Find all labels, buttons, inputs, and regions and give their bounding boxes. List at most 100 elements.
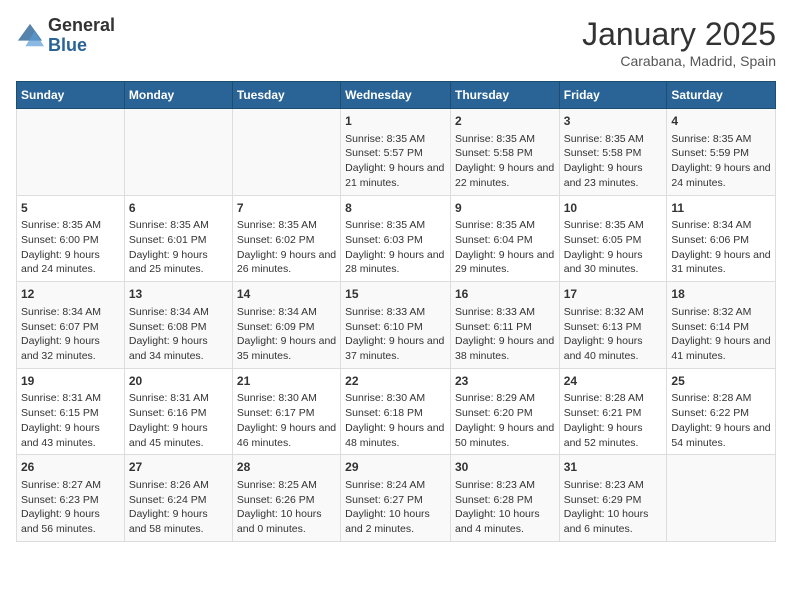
day-number: 14 (237, 286, 336, 303)
day-info: Sunrise: 8:31 AMSunset: 6:15 PMDaylight:… (21, 391, 120, 450)
calendar-cell: 13Sunrise: 8:34 AMSunset: 6:08 PMDayligh… (124, 282, 232, 369)
calendar-cell: 18Sunrise: 8:32 AMSunset: 6:14 PMDayligh… (667, 282, 776, 369)
calendar-cell: 3 Sunrise: 8:35 AMSunset: 5:58 PMDaylight… (559, 109, 667, 196)
calendar-table: SundayMondayTuesdayWednesdayThursdayFrid… (16, 81, 776, 542)
calendar-cell: 31Sunrise: 8:23 AMSunset: 6:29 PMDayligh… (559, 455, 667, 542)
day-info: Sunrise: 8:29 AMSunset: 6:20 PMDaylight:… (455, 391, 555, 450)
day-number: 23 (455, 373, 555, 390)
day-info: Sunrise: 8:23 AMSunset: 6:28 PMDaylight:… (455, 478, 555, 537)
day-number: 18 (671, 286, 771, 303)
day-info: Sunrise: 8:35 AMSunset: 5:59 PMDaylight:… (671, 132, 771, 191)
calendar-cell: 12Sunrise: 8:34 AMSunset: 6:07 PMDayligh… (17, 282, 125, 369)
header-tuesday: Tuesday (232, 82, 340, 109)
day-info: Sunrise: 8:32 AMSunset: 6:13 PMDaylight:… (564, 305, 663, 364)
week-row-2: 12Sunrise: 8:34 AMSunset: 6:07 PMDayligh… (17, 282, 776, 369)
week-row-0: 1Sunrise: 8:35 AMSunset: 5:57 PMDaylight… (17, 109, 776, 196)
day-info: Sunrise: 8:35 AMSunset: 6:04 PMDaylight:… (455, 218, 555, 277)
header-row: SundayMondayTuesdayWednesdayThursdayFrid… (17, 82, 776, 109)
day-number: 27 (129, 459, 228, 476)
day-number: 29 (345, 459, 446, 476)
header-monday: Monday (124, 82, 232, 109)
day-number: 15 (345, 286, 446, 303)
day-number: 9 (455, 200, 555, 217)
day-number: 25 (671, 373, 771, 390)
day-number: 20 (129, 373, 228, 390)
title-block: January 2025 Carabana, Madrid, Spain (582, 16, 776, 69)
week-row-4: 26 Sunrise: 8:27 AMSunset: 6:23 PMDayligh… (17, 455, 776, 542)
logo-icon (16, 22, 44, 50)
calendar-cell: 24Sunrise: 8:28 AMSunset: 6:21 PMDayligh… (559, 368, 667, 455)
header-friday: Friday (559, 82, 667, 109)
calendar-cell: 21Sunrise: 8:30 AMSunset: 6:17 PMDayligh… (232, 368, 340, 455)
day-info: Sunrise: 8:35 AMSunset: 6:05 PMDaylight:… (564, 218, 663, 277)
header-saturday: Saturday (667, 82, 776, 109)
calendar-cell: 16 Sunrise: 8:33 AMSunset: 6:11 PMDayligh… (450, 282, 559, 369)
day-number: 1 (345, 113, 446, 130)
day-number: 4 (671, 113, 771, 130)
header-sunday: Sunday (17, 82, 125, 109)
calendar-cell: 14 Sunrise: 8:34 AMSunset: 6:09 PMDayligh… (232, 282, 340, 369)
day-info: Sunrise: 8:34 AMSunset: 6:06 PMDaylight:… (671, 218, 771, 277)
calendar-cell: 10Sunrise: 8:35 AMSunset: 6:05 PMDayligh… (559, 195, 667, 282)
calendar-cell: 23Sunrise: 8:29 AMSunset: 6:20 PMDayligh… (450, 368, 559, 455)
day-number: 11 (671, 200, 771, 217)
day-number: 5 (21, 200, 120, 217)
week-row-1: 5Sunrise: 8:35 AMSunset: 6:00 PMDaylight… (17, 195, 776, 282)
day-number: 22 (345, 373, 446, 390)
header-wednesday: Wednesday (341, 82, 451, 109)
header-thursday: Thursday (450, 82, 559, 109)
calendar-cell: 19Sunrise: 8:31 AMSunset: 6:15 PMDayligh… (17, 368, 125, 455)
day-number: 17 (564, 286, 663, 303)
day-info: Sunrise: 8:34 AMSunset: 6:09 PMDaylight:… (237, 305, 336, 364)
day-info: Sunrise: 8:31 AMSunset: 6:16 PMDaylight:… (129, 391, 228, 450)
day-number: 24 (564, 373, 663, 390)
calendar-cell: 27Sunrise: 8:26 AMSunset: 6:24 PMDayligh… (124, 455, 232, 542)
calendar-cell: 20Sunrise: 8:31 AMSunset: 6:16 PMDayligh… (124, 368, 232, 455)
calendar-cell: 17 Sunrise: 8:32 AMSunset: 6:13 PMDayligh… (559, 282, 667, 369)
logo-blue: Blue (48, 36, 115, 56)
calendar-cell: 4 Sunrise: 8:35 AMSunset: 5:59 PMDaylight… (667, 109, 776, 196)
calendar-cell: 6Sunrise: 8:35 AMSunset: 6:01 PMDaylight… (124, 195, 232, 282)
logo-general: General (48, 16, 115, 36)
day-info: Sunrise: 8:35 AMSunset: 5:58 PMDaylight:… (564, 132, 663, 191)
calendar-cell: 28 Sunrise: 8:25 AMSunset: 6:26 PMDayligh… (232, 455, 340, 542)
calendar-cell: 11Sunrise: 8:34 AMSunset: 6:06 PMDayligh… (667, 195, 776, 282)
day-number: 28 (237, 459, 336, 476)
calendar-cell: 22Sunrise: 8:30 AMSunset: 6:18 PMDayligh… (341, 368, 451, 455)
day-info: Sunrise: 8:27 AMSunset: 6:23 PMDaylight:… (21, 478, 120, 537)
day-number: 3 (564, 113, 663, 130)
day-info: Sunrise: 8:30 AMSunset: 6:18 PMDaylight:… (345, 391, 446, 450)
day-info: Sunrise: 8:28 AMSunset: 6:22 PMDaylight:… (671, 391, 771, 450)
day-number: 12 (21, 286, 120, 303)
day-info: Sunrise: 8:24 AMSunset: 6:27 PMDaylight:… (345, 478, 446, 537)
day-info: Sunrise: 8:30 AMSunset: 6:17 PMDaylight:… (237, 391, 336, 450)
day-info: Sunrise: 8:33 AMSunset: 6:11 PMDaylight:… (455, 305, 555, 364)
day-number: 2 (455, 113, 555, 130)
week-row-3: 19Sunrise: 8:31 AMSunset: 6:15 PMDayligh… (17, 368, 776, 455)
day-info: Sunrise: 8:35 AMSunset: 6:01 PMDaylight:… (129, 218, 228, 277)
calendar-cell: 30 Sunrise: 8:23 AMSunset: 6:28 PMDayligh… (450, 455, 559, 542)
day-info: Sunrise: 8:35 AMSunset: 5:58 PMDaylight:… (455, 132, 555, 191)
day-number: 21 (237, 373, 336, 390)
calendar-cell: 26 Sunrise: 8:27 AMSunset: 6:23 PMDayligh… (17, 455, 125, 542)
calendar-header: SundayMondayTuesdayWednesdayThursdayFrid… (17, 82, 776, 109)
day-number: 16 (455, 286, 555, 303)
page-header: General Blue January 2025 Carabana, Madr… (16, 16, 776, 69)
day-info: Sunrise: 8:25 AMSunset: 6:26 PMDaylight:… (237, 478, 336, 537)
month-title: January 2025 (582, 16, 776, 53)
day-number: 26 (21, 459, 120, 476)
calendar-cell: 15 Sunrise: 8:33 AMSunset: 6:10 PMDayligh… (341, 282, 451, 369)
calendar-cell: 7Sunrise: 8:35 AMSunset: 6:02 PMDaylight… (232, 195, 340, 282)
day-info: Sunrise: 8:23 AMSunset: 6:29 PMDaylight:… (564, 478, 663, 537)
day-info: Sunrise: 8:35 AMSunset: 6:00 PMDaylight:… (21, 218, 120, 277)
calendar-cell (17, 109, 125, 196)
day-info: Sunrise: 8:35 AMSunset: 6:02 PMDaylight:… (237, 218, 336, 277)
location: Carabana, Madrid, Spain (582, 53, 776, 69)
day-number: 7 (237, 200, 336, 217)
day-info: Sunrise: 8:33 AMSunset: 6:10 PMDaylight:… (345, 305, 446, 364)
calendar-cell (232, 109, 340, 196)
day-number: 30 (455, 459, 555, 476)
calendar-cell: 8Sunrise: 8:35 AMSunset: 6:03 PMDaylight… (341, 195, 451, 282)
calendar-cell: 25Sunrise: 8:28 AMSunset: 6:22 PMDayligh… (667, 368, 776, 455)
day-number: 8 (345, 200, 446, 217)
